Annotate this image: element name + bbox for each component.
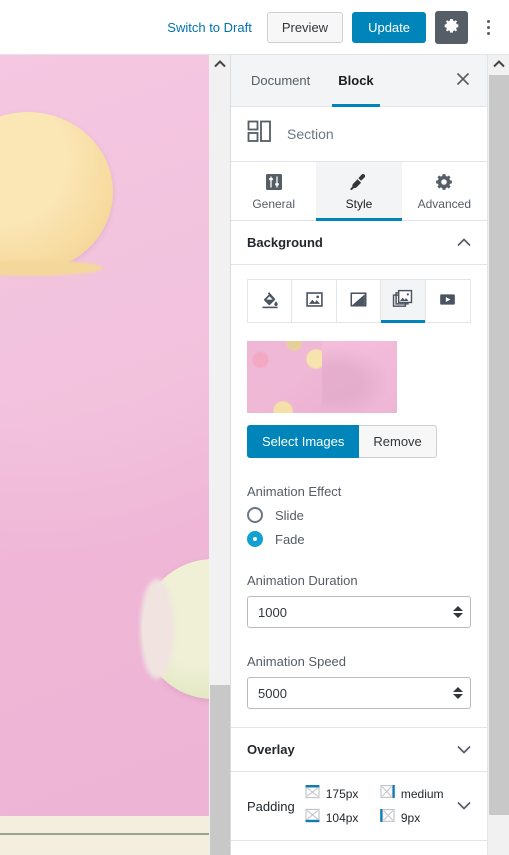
padding-right-value: medium <box>400 787 444 801</box>
tab-general[interactable]: General <box>231 162 316 220</box>
gear-icon <box>443 17 460 37</box>
background-section-body: Select Images Remove Animation Effect Sl… <box>231 265 487 727</box>
plain-pink-thumbnail[interactable] <box>322 341 397 413</box>
stepper-up-icon[interactable] <box>453 687 463 692</box>
animation-duration-label: Animation Duration <box>247 573 358 588</box>
switch-to-draft-link[interactable]: Switch to Draft <box>161 16 258 39</box>
cream-background-strip <box>0 816 209 855</box>
radio-option-fade[interactable]: Fade <box>247 531 471 547</box>
tab-block[interactable]: Block <box>324 55 387 107</box>
padding-bottom-value: 104px <box>325 811 359 825</box>
gradient-icon <box>349 290 368 312</box>
remove-images-button[interactable]: Remove <box>359 425 437 458</box>
background-section-title: Background <box>247 235 323 250</box>
slideshow-icon <box>392 289 413 313</box>
padding-top-value: 175px <box>325 787 359 801</box>
select-images-button[interactable]: Select Images <box>247 425 360 458</box>
sidebar-scrollbar-thumb[interactable] <box>489 75 509 815</box>
paintbrush-icon <box>316 172 401 194</box>
padding-left-item[interactable]: 9px <box>380 808 447 828</box>
chevron-up-icon[interactable] <box>457 235 471 250</box>
preview-scrollbar-thumb[interactable] <box>210 685 230 855</box>
radio-slide-icon[interactable] <box>247 507 263 523</box>
padding-right-item[interactable]: medium <box>380 784 447 804</box>
padding-bottom-icon <box>305 808 320 828</box>
block-settings-tabs: General Style Advanced <box>231 162 487 221</box>
background-type-gradient[interactable] <box>336 280 382 322</box>
post-preview-canvas[interactable] <box>0 55 209 855</box>
paint-bucket-icon <box>260 290 280 313</box>
background-type-color[interactable] <box>248 280 293 322</box>
padding-left-value: 9px <box>400 811 421 825</box>
horizontal-rule <box>0 833 209 835</box>
more-options-button[interactable] <box>477 11 499 44</box>
animation-duration-field <box>247 596 471 628</box>
padding-right-icon <box>380 784 395 804</box>
padding-top-icon <box>305 784 320 804</box>
padding-values-grid: 175px medium 104px 9px <box>305 784 447 828</box>
kebab-menu-icon <box>486 19 490 23</box>
radio-fade-label: Fade <box>275 531 305 547</box>
video-icon <box>438 290 457 312</box>
sliders-icon <box>231 172 316 194</box>
background-section-header[interactable]: Background <box>231 221 487 265</box>
radio-fade-icon[interactable] <box>247 531 263 547</box>
block-header: Section <box>231 107 487 162</box>
settings-button[interactable] <box>435 10 468 44</box>
tab-document[interactable]: Document <box>237 55 324 106</box>
animation-speed-label: Animation Speed <box>247 654 347 669</box>
close-sidebar-button[interactable] <box>449 67 477 95</box>
editor-window: Switch to Draft Preview Update Document … <box>0 0 509 855</box>
padding-row[interactable]: Padding 175px medium 104px 9px <box>231 772 487 841</box>
image-action-buttons: Select Images Remove <box>247 425 471 458</box>
animation-speed-stepper[interactable] <box>453 687 463 699</box>
tab-general-label: General <box>252 197 296 211</box>
selected-images-thumbnails <box>247 341 397 413</box>
editor-toolbar: Switch to Draft Preview Update <box>0 0 509 55</box>
sidebar-tabs: Document Block <box>231 55 487 107</box>
chevron-up-icon[interactable] <box>488 55 509 73</box>
kebab-menu-icon <box>486 31 490 35</box>
sidebar-scrollbar[interactable] <box>487 55 509 855</box>
padding-label: Padding <box>247 798 295 814</box>
overlay-section-title: Overlay <box>247 742 295 757</box>
tab-advanced-label: Advanced <box>417 197 471 211</box>
image-icon <box>305 290 324 312</box>
background-type-slideshow[interactable] <box>381 280 426 323</box>
animation-effect-label: Animation Effect <box>247 484 342 499</box>
macarons-on-pink-thumbnail[interactable] <box>247 341 322 413</box>
chevron-up-icon[interactable] <box>209 55 231 73</box>
background-type-group <box>247 279 471 323</box>
tab-style[interactable]: Style <box>316 162 402 221</box>
update-button[interactable]: Update <box>352 11 426 43</box>
padding-top-item[interactable]: 175px <box>305 784 362 804</box>
chevron-down-icon[interactable] <box>457 797 471 815</box>
animation-duration-input[interactable] <box>247 596 471 628</box>
background-type-video[interactable] <box>425 280 471 322</box>
animation-duration-stepper[interactable] <box>453 606 463 618</box>
padding-bottom-item[interactable]: 104px <box>305 808 362 828</box>
tab-style-label: Style <box>345 197 373 211</box>
background-type-image[interactable] <box>292 280 337 322</box>
preview-scrollbar[interactable] <box>209 55 231 855</box>
stepper-up-icon[interactable] <box>453 606 463 611</box>
padding-left-icon <box>380 808 395 828</box>
block-title: Section <box>287 126 334 142</box>
animation-speed-field <box>247 677 471 709</box>
gear-icon <box>402 172 487 194</box>
radio-option-slide[interactable]: Slide <box>247 507 471 523</box>
settings-sidebar: Document Block Section General Style Adv… <box>231 55 487 855</box>
tab-advanced[interactable]: Advanced <box>402 162 487 220</box>
section-layout-icon <box>247 119 273 150</box>
close-icon <box>456 72 470 89</box>
preview-button[interactable]: Preview <box>266 11 344 43</box>
kebab-menu-icon <box>486 25 490 29</box>
animation-speed-input[interactable] <box>247 677 471 709</box>
stepper-down-icon[interactable] <box>453 613 463 618</box>
overlay-section-header[interactable]: Overlay <box>231 728 487 772</box>
radio-slide-label: Slide <box>275 507 304 523</box>
chevron-down-icon[interactable] <box>457 742 471 757</box>
stepper-down-icon[interactable] <box>453 694 463 699</box>
